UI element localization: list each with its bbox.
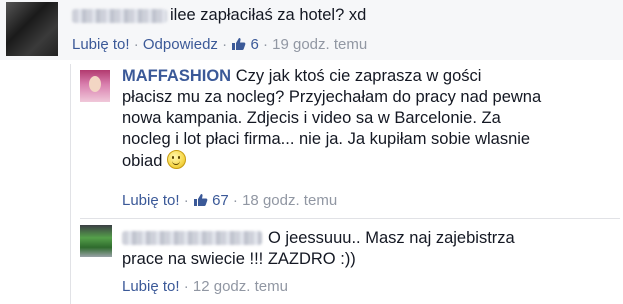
comment-text-line: O jeessuuu.. Masz naj zajebistrza xyxy=(268,229,515,247)
timestamp[interactable]: 12 godz. temu xyxy=(193,278,288,295)
author-name-blurred[interactable] xyxy=(72,9,167,23)
separator: · xyxy=(232,192,238,209)
comment-text: MAFFASHION Czy jak ktoś cie zaprasza w g… xyxy=(122,66,602,172)
like-button[interactable]: Lubię to! xyxy=(122,192,180,209)
comment-text: O jeessuuu.. Masz naj zajebistrza xyxy=(268,228,608,249)
comment-actions: Lubię to! · 12 godz. temu xyxy=(122,278,288,296)
like-count[interactable]: 67 xyxy=(212,192,229,209)
separator: · xyxy=(262,36,268,53)
comment-text: ilee zapłaciłaś za hotel? xd xyxy=(170,6,367,24)
separator: · xyxy=(183,278,189,295)
author-name[interactable]: MAFFASHION xyxy=(122,67,231,85)
comment-1: ilee zapłaciłaś za hotel? xd Lubię to! ·… xyxy=(0,0,623,60)
comment-text-line: płacisz mu za nocleg? Przyjechałam do pr… xyxy=(122,88,542,106)
avatar[interactable] xyxy=(80,70,110,102)
comment-divider xyxy=(80,218,620,219)
comment-text-line: nocleg i lot płaci firma... nie ja. Ja k… xyxy=(122,130,531,148)
like-button[interactable]: Lubię to! xyxy=(72,36,130,53)
timestamp[interactable]: 18 godz. temu xyxy=(242,192,337,209)
reply-button[interactable]: Odpowiedz xyxy=(143,36,218,53)
like-count[interactable]: 6 xyxy=(250,36,258,53)
comment-text-line: nowa kampania. Zdjecis i video sa w Barc… xyxy=(122,109,501,127)
comment-text: prace na swiecie !!! ZAZDRO :)) xyxy=(122,249,602,270)
comment-text-line: Czy jak ktoś cie zaprasza w gości xyxy=(235,67,482,85)
separator: · xyxy=(133,36,139,53)
smile-emoji-icon xyxy=(166,150,186,169)
thumbs-up-icon[interactable] xyxy=(193,193,208,212)
comment-text-line: obiad xyxy=(122,152,163,170)
avatar[interactable] xyxy=(80,225,112,257)
separator: · xyxy=(183,192,189,209)
thumbs-up-icon[interactable] xyxy=(231,37,246,56)
avatar[interactable] xyxy=(6,2,58,56)
comment-actions: Lubię to! · 67 · 18 godz. temu xyxy=(122,192,337,212)
like-button[interactable]: Lubię to! xyxy=(122,278,180,295)
author-name-blurred[interactable] xyxy=(122,231,262,245)
timestamp[interactable]: 19 godz. temu xyxy=(272,36,367,53)
separator: · xyxy=(222,36,228,53)
comment-text-line: prace na swiecie !!! ZAZDRO :)) xyxy=(122,250,356,268)
comment-actions: Lubię to! · Odpowiedz · 6 · 19 godz. tem… xyxy=(72,36,367,56)
reply-thread-line xyxy=(70,64,71,304)
